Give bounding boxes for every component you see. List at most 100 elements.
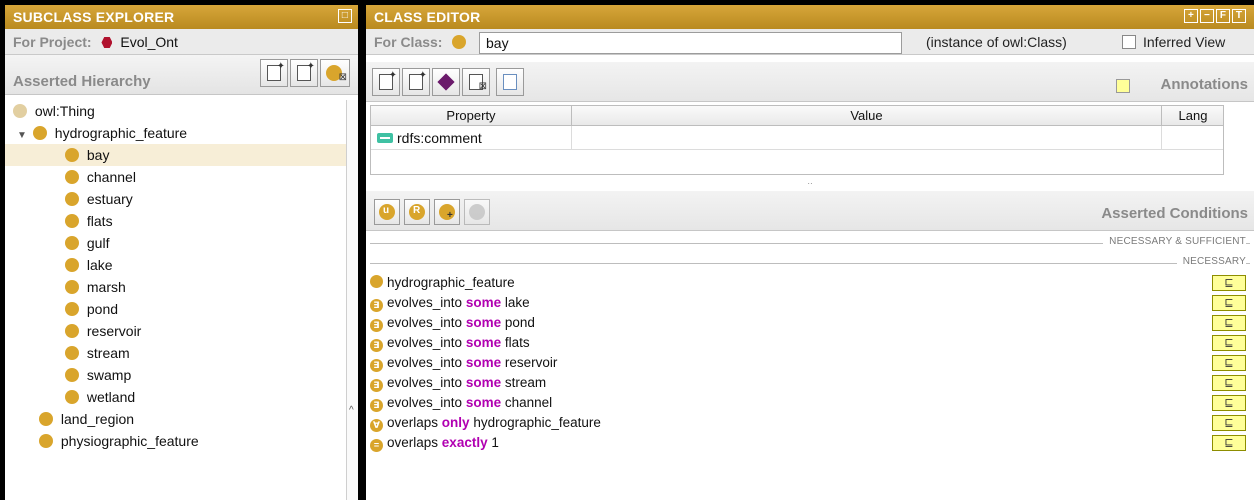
tree-node-physiographic-feature[interactable]: physiographic_feature bbox=[5, 430, 346, 452]
column-header-value[interactable]: Value bbox=[572, 106, 1162, 126]
splitter-handle[interactable]: ^ bbox=[346, 100, 358, 500]
tree-node-land-region[interactable]: land_region bbox=[5, 408, 346, 430]
app-frame: SUBCLASS EXPLORER □ For Project: Evol_On… bbox=[0, 0, 1254, 500]
create-restriction-button[interactable]: u bbox=[374, 199, 400, 225]
condition-filler: lake bbox=[504, 295, 530, 310]
create-named-class-button[interactable]: R bbox=[404, 199, 430, 225]
tab-icon[interactable]: T bbox=[1232, 9, 1246, 23]
section-title: Asserted Hierarchy bbox=[13, 73, 151, 90]
inferred-view-checkbox[interactable] bbox=[1122, 35, 1136, 49]
minimize-icon[interactable]: − bbox=[1200, 9, 1214, 23]
condition-row[interactable]: ∀ overlaps only hydrographic_feature ⊑ bbox=[370, 413, 1250, 433]
pane-splitter[interactable]: ·· bbox=[366, 180, 1254, 191]
column-header-property[interactable]: Property bbox=[371, 106, 572, 126]
collapse-arrow-icon[interactable]: ^ bbox=[349, 405, 354, 416]
cardinality-restriction-icon: = bbox=[370, 439, 383, 452]
tree-node-channel[interactable]: channel bbox=[5, 166, 346, 188]
tree-node-label: stream bbox=[86, 345, 130, 361]
annotation-view-button[interactable] bbox=[496, 68, 524, 96]
class-icon bbox=[13, 104, 27, 118]
existential-restriction-icon: ∃ bbox=[370, 319, 383, 332]
subsumption-icon[interactable]: ⊑ bbox=[1212, 335, 1246, 351]
delete-annotation-button[interactable]: ⊠ bbox=[462, 68, 490, 96]
float-icon[interactable]: F bbox=[1216, 9, 1230, 23]
delete-class-button[interactable]: ⊠ bbox=[320, 59, 350, 87]
class-icon bbox=[370, 275, 383, 288]
expand-triangle-icon[interactable]: ▼ bbox=[17, 125, 29, 147]
class-name-field[interactable]: bay bbox=[479, 32, 902, 54]
subsumption-icon[interactable]: ⊑ bbox=[1212, 295, 1246, 311]
condition-row[interactable]: ∃ evolves_into some stream ⊑ bbox=[370, 373, 1250, 393]
subsumption-icon[interactable]: ⊑ bbox=[1212, 435, 1246, 451]
condition-row[interactable]: = overlaps exactly 1 ⊑ bbox=[370, 433, 1250, 453]
add-named-class-button[interactable]: + bbox=[434, 199, 460, 225]
condition-row[interactable]: ∃ evolves_into some lake ⊑ bbox=[370, 293, 1250, 313]
annotations-toolbar: ✦ ✦ ⊠ Annotations bbox=[366, 62, 1254, 102]
subsumption-icon[interactable]: ⊑ bbox=[1212, 275, 1246, 291]
universal-restriction-icon: ∀ bbox=[370, 419, 383, 432]
condition-filler: reservoir bbox=[504, 355, 558, 370]
tree-node-bay[interactable]: bay bbox=[5, 144, 346, 166]
class-icon bbox=[65, 368, 79, 382]
lang-cell[interactable] bbox=[1162, 126, 1224, 150]
condition-keyword: some bbox=[465, 395, 502, 410]
tree-node-label: channel bbox=[86, 169, 136, 185]
existential-restriction-icon: ∃ bbox=[370, 379, 383, 392]
hierarchy-header: Asserted Hierarchy ✦ ✦ ⊠ bbox=[5, 55, 358, 95]
subsumption-icon[interactable]: ⊑ bbox=[1212, 395, 1246, 411]
tree-node-lake[interactable]: lake bbox=[5, 254, 346, 276]
necessary-section: NECESSARY bbox=[370, 253, 1250, 273]
class-tree: owl:Thing ▼ hydrographic_feature bay cha… bbox=[5, 100, 346, 500]
condition-keyword: some bbox=[465, 335, 502, 350]
condition-row[interactable]: ∃ evolves_into some pond ⊑ bbox=[370, 313, 1250, 333]
create-sibling-class-button[interactable]: ✦ bbox=[290, 59, 318, 87]
add-property-value-button[interactable] bbox=[432, 68, 460, 96]
table-row[interactable]: rdfs:comment bbox=[371, 126, 1223, 150]
tree-node-wetland[interactable]: wetland bbox=[5, 386, 346, 408]
add-annotation-button[interactable]: ✦ bbox=[372, 68, 400, 96]
tree-node-label: marsh bbox=[86, 279, 126, 295]
tree-node-swamp[interactable]: swamp bbox=[5, 364, 346, 386]
annotation-property-icon bbox=[377, 133, 393, 143]
tree-node-pond[interactable]: pond bbox=[5, 298, 346, 320]
subsumption-icon[interactable]: ⊑ bbox=[1212, 355, 1246, 371]
condition-property: evolves_into bbox=[387, 375, 463, 390]
condition-row[interactable]: ∃ evolves_into some flats ⊑ bbox=[370, 333, 1250, 353]
value-cell[interactable] bbox=[572, 126, 1162, 150]
create-subclass-button[interactable]: ✦ bbox=[260, 59, 288, 87]
condition-keyword: some bbox=[465, 315, 502, 330]
remove-condition-icon bbox=[469, 204, 485, 220]
annotations-title: Annotations bbox=[1160, 76, 1249, 93]
maximize-icon[interactable]: □ bbox=[338, 9, 352, 23]
annotations-table: Property Value Lang rdfs:comment bbox=[370, 105, 1224, 175]
tree-node-gulf[interactable]: gulf bbox=[5, 232, 346, 254]
subclass-explorer-titlebar: SUBCLASS EXPLORER □ bbox=[5, 5, 358, 29]
panel-title: SUBCLASS EXPLORER bbox=[13, 9, 175, 25]
tree-node-hydrographic-feature[interactable]: ▼ hydrographic_feature bbox=[5, 122, 346, 144]
condition-row[interactable]: hydrographic_feature ⊑ bbox=[370, 273, 1250, 293]
class-icon bbox=[65, 280, 79, 294]
tree-node-label: swamp bbox=[86, 367, 132, 383]
tree-node-label: physiographic_feature bbox=[60, 433, 199, 449]
tree-node-flats[interactable]: flats bbox=[5, 210, 346, 232]
property-icon bbox=[437, 73, 455, 91]
condition-row[interactable]: ∃ evolves_into some reservoir ⊑ bbox=[370, 353, 1250, 373]
condition-property: evolves_into bbox=[387, 335, 463, 350]
tree-node-owl-thing[interactable]: owl:Thing bbox=[5, 100, 346, 122]
existential-restriction-icon: ∃ bbox=[370, 399, 383, 412]
subsumption-icon[interactable]: ⊑ bbox=[1212, 315, 1246, 331]
column-header-lang[interactable]: Lang bbox=[1162, 106, 1224, 126]
tree-node-label: hydrographic_feature bbox=[54, 125, 188, 141]
class-icon bbox=[65, 324, 79, 338]
remove-condition-button[interactable] bbox=[464, 199, 490, 225]
add-datatype-annotation-button[interactable]: ✦ bbox=[402, 68, 430, 96]
subsumption-icon[interactable]: ⊑ bbox=[1212, 415, 1246, 431]
tree-node-marsh[interactable]: marsh bbox=[5, 276, 346, 298]
tree-node-reservoir[interactable]: reservoir bbox=[5, 320, 346, 342]
inferred-view-label: Inferred View bbox=[1143, 34, 1226, 50]
tree-node-estuary[interactable]: estuary bbox=[5, 188, 346, 210]
tree-node-stream[interactable]: stream bbox=[5, 342, 346, 364]
subsumption-icon[interactable]: ⊑ bbox=[1212, 375, 1246, 391]
add-panel-icon[interactable]: + bbox=[1184, 9, 1198, 23]
condition-row[interactable]: ∃ evolves_into some channel ⊑ bbox=[370, 393, 1250, 413]
